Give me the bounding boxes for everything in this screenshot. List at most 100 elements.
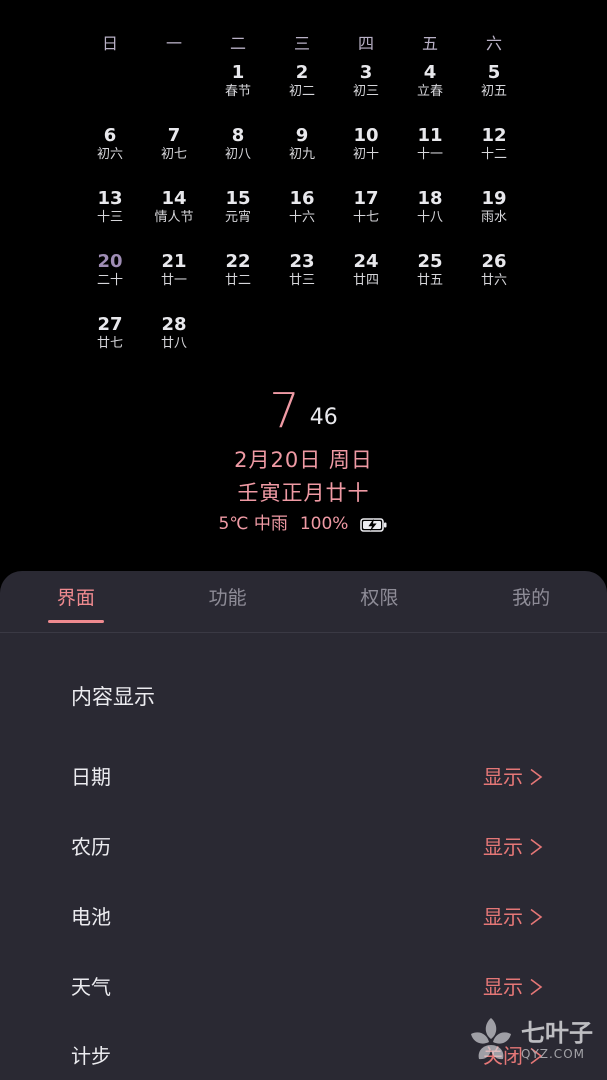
calendar-day[interactable]: 22 廿二 xyxy=(206,251,270,314)
setting-value[interactable]: 显示 xyxy=(483,901,543,930)
setting-label: 天气 xyxy=(71,975,111,999)
setting-row-weather[interactable]: 天气 显示 xyxy=(0,965,607,1005)
calendar-day[interactable]: 26 廿六 xyxy=(462,251,526,314)
lunar-day: 廿六 xyxy=(480,273,507,288)
calendar-day[interactable]: 23 廿三 xyxy=(270,251,334,314)
setting-value-text: 显示 xyxy=(483,975,523,999)
lunar-day: 廿四 xyxy=(352,273,379,288)
clock-minute: 46 xyxy=(309,405,338,430)
calendar-day[interactable]: 21 廿一 xyxy=(142,251,206,314)
lunar-day: 廿五 xyxy=(416,273,443,288)
weekday-label: 六 xyxy=(485,34,502,53)
calendar-day[interactable]: 7 初七 xyxy=(142,125,206,188)
watermark-text: 七叶子 QYZ.COM xyxy=(521,1019,593,1061)
leaf-logo-icon xyxy=(465,1014,517,1066)
lunar-day: 廿三 xyxy=(288,273,315,288)
setting-label: 日期 xyxy=(71,765,111,789)
weekday-label: 五 xyxy=(421,34,438,53)
calendar-day[interactable]: 17 十七 xyxy=(334,188,398,251)
day-number: 21 xyxy=(161,251,187,272)
tab-mine[interactable]: 我的 xyxy=(455,571,607,632)
day-number: 28 xyxy=(161,314,187,335)
day-number: 16 xyxy=(289,188,315,209)
calendar-day[interactable]: 28 廿八 xyxy=(142,314,206,377)
calendar-week: 6 初六 7 初七 8 初八 9 初九 10 初十 11 十一 12 十二 xyxy=(78,125,526,188)
calendar-day[interactable]: 11 十一 xyxy=(398,125,462,188)
lunar-day: 立春 xyxy=(416,84,443,99)
time-display: 7 46 xyxy=(0,385,607,437)
tab-features[interactable]: 功能 xyxy=(152,571,304,632)
calendar-day[interactable]: 6 初六 xyxy=(78,125,142,188)
active-tab-indicator xyxy=(48,620,104,623)
setting-row-battery[interactable]: 电池 显示 xyxy=(0,895,607,935)
day-number: 19 xyxy=(481,188,507,209)
weekday-label: 三 xyxy=(293,34,310,53)
calendar-day[interactable]: 1 春节 xyxy=(206,62,270,125)
lunar-day: 初三 xyxy=(352,84,379,99)
day-number: 25 xyxy=(417,251,443,272)
lunar-day: 初六 xyxy=(96,147,123,162)
tab-permissions[interactable]: 权限 xyxy=(304,571,456,632)
calendar-grid: 1 春节 2 初二 3 初三 4 立春 5 初五 6 初六 7 初七 8 初八 9 初九 10 初十 11 十一 12 十二 1… xyxy=(78,62,526,377)
lunar-day: 十二 xyxy=(480,147,507,162)
calendar-day[interactable]: 18 十八 xyxy=(398,188,462,251)
lunar-day: 廿七 xyxy=(96,336,123,351)
lunar-day: 廿一 xyxy=(160,273,187,288)
day-number: 13 xyxy=(97,188,123,209)
calendar-day[interactable]: 25 廿五 xyxy=(398,251,462,314)
calendar-day-today[interactable]: 20 二十 xyxy=(78,251,142,314)
lunar-day: 廿八 xyxy=(160,336,187,351)
calendar-week: 1 春节 2 初二 3 初三 4 立春 5 初五 xyxy=(78,62,526,125)
calendar-day[interactable]: 3 初三 xyxy=(334,62,398,125)
clock-hour: 7 xyxy=(269,383,300,439)
calendar-day[interactable]: 12 十二 xyxy=(462,125,526,188)
calendar-day[interactable]: 15 元宵 xyxy=(206,188,270,251)
chevron-right-icon xyxy=(529,977,543,995)
setting-value-text: 显示 xyxy=(483,765,523,789)
calendar-day[interactable]: 24 廿四 xyxy=(334,251,398,314)
setting-row-date[interactable]: 日期 显示 xyxy=(0,755,607,795)
status-line: 5℃ 中雨 100% xyxy=(0,512,607,536)
settings-panel: 界面 功能 权限 我的 内容显示 日期 显示 农历 显示 电池 显示 天气 显示 xyxy=(0,571,607,1080)
weekday-header: 日 一 二 三 四 五 六 xyxy=(78,30,526,53)
day-number: 3 xyxy=(359,62,373,83)
setting-row-lunar[interactable]: 农历 显示 xyxy=(0,825,607,865)
watermark-name: 七叶子 xyxy=(521,1019,593,1047)
calendar-day[interactable]: 16 十六 xyxy=(270,188,334,251)
setting-value[interactable]: 显示 xyxy=(483,761,543,790)
calendar-day[interactable]: 8 初八 xyxy=(206,125,270,188)
calendar-week: 27 廿七 28 廿八 xyxy=(78,314,526,377)
calendar-day[interactable]: 14 情人节 xyxy=(142,188,206,251)
day-number: 17 xyxy=(353,188,379,209)
lunar-day: 元宵 xyxy=(224,210,251,225)
calendar-day[interactable]: 2 初二 xyxy=(270,62,334,125)
weekday-label: 四 xyxy=(357,34,374,53)
day-number: 24 xyxy=(353,251,379,272)
calendar-day[interactable]: 10 初十 xyxy=(334,125,398,188)
calendar-day[interactable]: 4 立春 xyxy=(398,62,462,125)
calendar-week: 20 二十 21 廿一 22 廿二 23 廿三 24 廿四 25 廿五 26 廿六 xyxy=(78,251,526,314)
lunar-day: 十七 xyxy=(352,210,379,225)
lunar-day: 初二 xyxy=(288,84,315,99)
date-text: 2月20日 周日 xyxy=(234,448,373,472)
lunar-day: 初七 xyxy=(160,147,187,162)
calendar-day[interactable]: 5 初五 xyxy=(462,62,526,125)
weekday-label: 一 xyxy=(165,34,182,53)
calendar-day[interactable]: 13 十三 xyxy=(78,188,142,251)
battery-charging-icon xyxy=(360,516,388,532)
day-number: 27 xyxy=(97,314,123,335)
lunar-day: 十八 xyxy=(416,210,443,225)
setting-value[interactable]: 显示 xyxy=(483,971,543,1000)
setting-value[interactable]: 显示 xyxy=(483,831,543,860)
lunar-day: 十六 xyxy=(288,210,315,225)
day-number: 14 xyxy=(161,188,187,209)
day-number: 8 xyxy=(231,125,245,146)
day-number: 26 xyxy=(481,251,507,272)
calendar-week: 13 十三 14 情人节 15 元宵 16 十六 17 十七 18 十八 19 雨水 xyxy=(78,188,526,251)
calendar-day[interactable]: 9 初九 xyxy=(270,125,334,188)
calendar-day[interactable]: 27 廿七 xyxy=(78,314,142,377)
calendar-day[interactable]: 19 雨水 xyxy=(462,188,526,251)
lunar-day: 雨水 xyxy=(480,210,507,225)
setting-label: 电池 xyxy=(71,905,111,929)
day-number: 15 xyxy=(225,188,251,209)
